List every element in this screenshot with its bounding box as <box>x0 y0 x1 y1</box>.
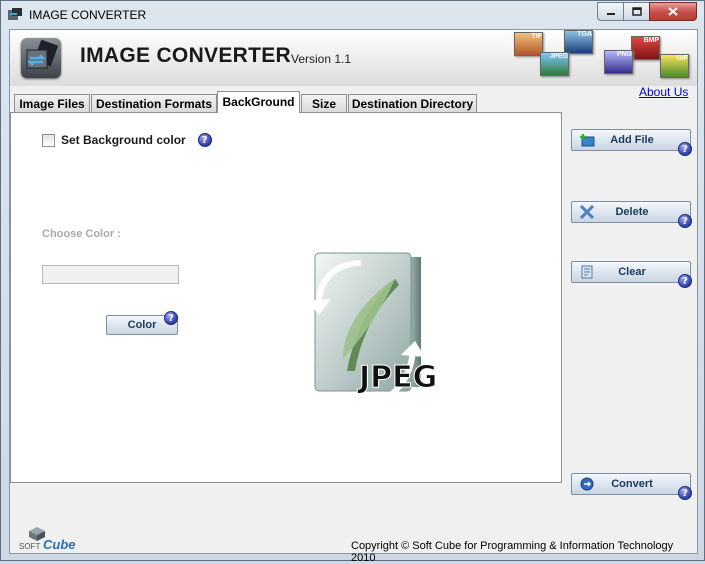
clear-button[interactable]: Clear ? <box>571 261 692 288</box>
convert-label: Convert <box>611 478 653 490</box>
about-us-link[interactable]: About Us <box>639 85 688 99</box>
color-button-label: Color <box>127 319 157 331</box>
maximize-icon <box>631 7 642 16</box>
tga-tile: TGA <box>564 30 593 54</box>
delete-button[interactable]: Delete ? <box>571 201 692 228</box>
app-header: IMAGE CONVERTER Version 1.1 TIF TGA BMP … <box>10 30 697 99</box>
close-button[interactable] <box>649 2 697 21</box>
jpeg-tile: JPEG <box>540 52 569 76</box>
tab-image-files[interactable]: Image Files <box>14 94 90 112</box>
logo-cube-text: Cube <box>43 537 76 552</box>
background-panel: Set Background color ? Choose Color : Co… <box>10 112 562 483</box>
png-tile: PNG <box>604 50 633 74</box>
tif-tile: TIF <box>514 32 543 56</box>
tab-destination-directory[interactable]: Destination Directory <box>348 94 477 112</box>
bmp-tile: BMP <box>631 36 660 60</box>
gif-tile: GIF <box>660 54 689 78</box>
add-file-button[interactable]: Add File ? <box>571 129 692 156</box>
set-background-help-icon[interactable]: ? <box>197 133 212 147</box>
color-help-icon[interactable]: ? <box>164 311 178 325</box>
tab-size[interactable]: Size <box>301 94 347 112</box>
delete-label: Delete <box>615 206 649 218</box>
window-title: IMAGE CONVERTER <box>29 8 147 22</box>
softcube-logo: SOFT Cube <box>19 527 79 555</box>
clear-help-icon[interactable]: ? <box>678 274 692 288</box>
format-tiles: TIF TGA BMP JPEG PNG GIF <box>500 30 696 84</box>
clear-label: Clear <box>618 266 646 278</box>
app-title: IMAGE CONVERTER <box>80 44 292 67</box>
logo-soft-text: SOFT <box>19 542 41 551</box>
copyright-text: Copyright © Soft Cube for Programming & … <box>351 540 674 564</box>
title-bar[interactable]: IMAGE CONVERTER <box>1 1 704 29</box>
app-logo <box>21 38 61 78</box>
set-background-row: Set Background color ? <box>42 133 212 147</box>
set-background-label[interactable]: Set Background color <box>61 133 186 147</box>
tab-destination-formats[interactable]: Destination Formats <box>91 94 217 112</box>
add-file-label: Add File <box>610 134 654 146</box>
set-background-checkbox[interactable] <box>42 133 55 147</box>
tab-background[interactable]: BackGround <box>217 91 300 113</box>
choose-color-label: Choose Color : <box>42 228 121 240</box>
add-file-help-icon[interactable]: ? <box>678 142 692 156</box>
maximize-button[interactable] <box>623 2 650 21</box>
jpeg-art-text: JPEG <box>357 360 437 395</box>
convert-logo-icon <box>26 39 59 69</box>
app-window: IMAGE CONVERTER IMAGE CONVERTER Version … <box>0 0 705 564</box>
convert-help-icon[interactable]: ? <box>678 486 692 500</box>
minimize-button[interactable] <box>597 2 624 21</box>
close-icon <box>668 7 678 16</box>
color-preview-field <box>42 265 179 284</box>
version-label: Version 1.1 <box>291 52 352 66</box>
color-button[interactable]: Color ? <box>106 311 178 335</box>
convert-button[interactable]: Convert ? <box>571 473 692 500</box>
jpeg-feather-icon: JPEG <box>307 252 438 409</box>
minimize-icon <box>606 12 615 15</box>
client-area: IMAGE CONVERTER Version 1.1 TIF TGA BMP … <box>9 29 698 564</box>
app-icon <box>8 8 22 20</box>
delete-help-icon[interactable]: ? <box>678 214 692 228</box>
